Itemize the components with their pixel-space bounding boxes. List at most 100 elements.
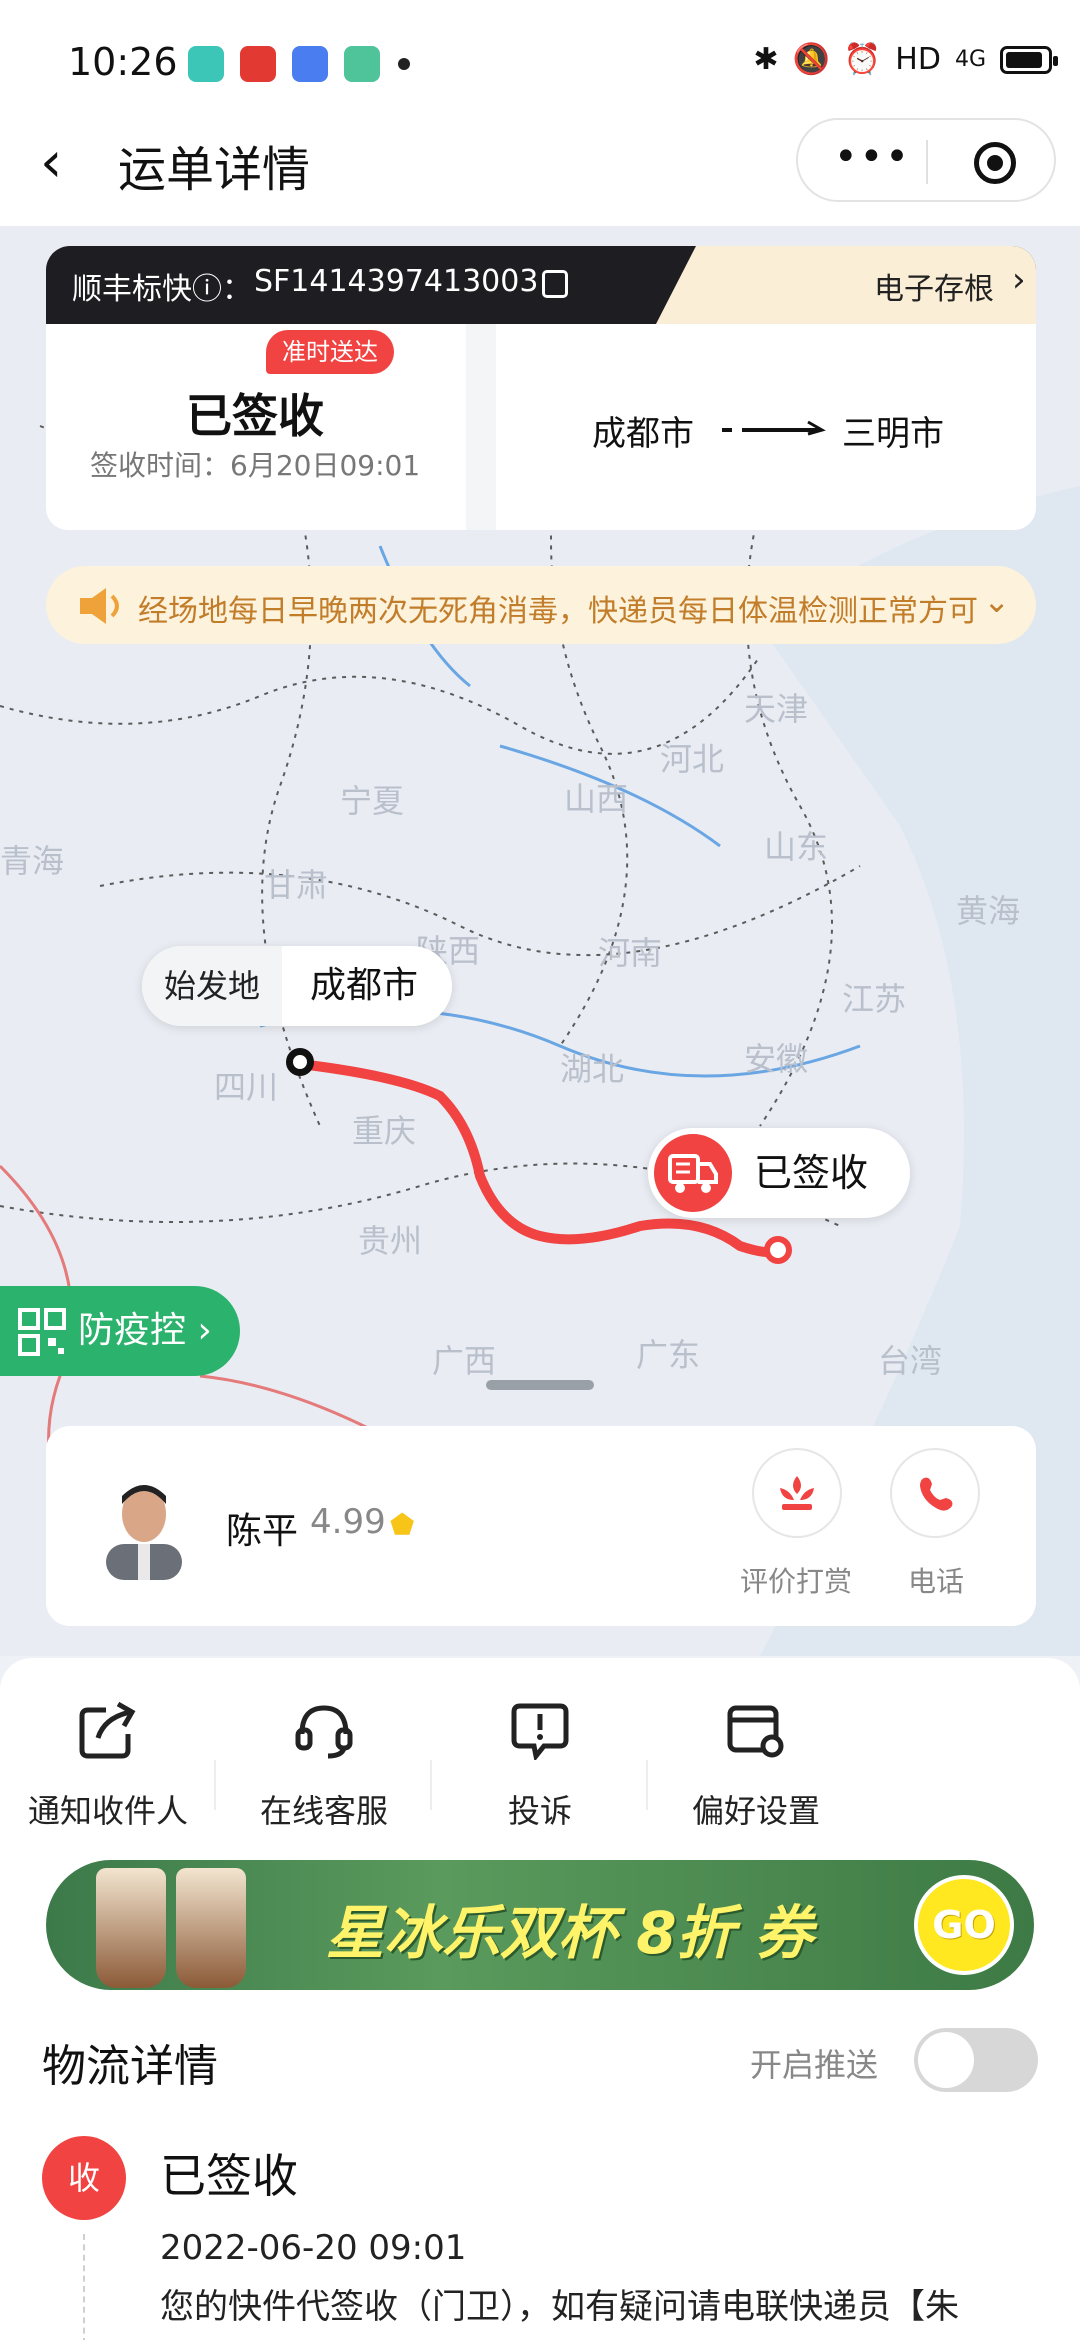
map-province-label: 河北: [660, 740, 725, 778]
origin-tag: 始发地: [142, 946, 282, 1026]
map-province-label: 湖北: [560, 1050, 625, 1088]
epidemic-control-button[interactable]: 防疫控 ›: [0, 1286, 240, 1376]
push-label: 开启推送: [750, 2046, 879, 2084]
map-province-label: 广西: [432, 1342, 497, 1380]
complaint-button[interactable]: 投诉: [432, 1700, 648, 1850]
tracking-number: SF1414397413003: [254, 264, 539, 299]
app-notification-icon: [188, 46, 224, 82]
truck-icon: [654, 1134, 732, 1212]
ontime-badge: 准时送达: [266, 330, 394, 374]
quick-action-label: 偏好设置: [691, 1792, 820, 1830]
call-label: 电话: [908, 1565, 965, 1598]
rate-tip-button[interactable]: [752, 1448, 842, 1538]
battery-icon: [1000, 45, 1058, 74]
courier-avatar: [106, 1485, 182, 1580]
delivery-status: 已签收: [186, 389, 324, 443]
mini-program-capsule: •••: [796, 118, 1056, 202]
headset-icon: [295, 1705, 353, 1759]
hd-label: HD: [895, 42, 941, 77]
origin-bubble: 始发地 成都市: [142, 946, 452, 1026]
back-arrow-icon[interactable]: ‹: [40, 130, 62, 195]
clock: 10:26: [68, 40, 178, 84]
settings-card-icon: [727, 1705, 784, 1758]
notice-text: 经场地每日早晚两次无死角消毒，快递员每日体温检测正常方可: [138, 594, 978, 629]
map-province-label: 河南: [598, 934, 663, 972]
received-badge: 收: [42, 2136, 126, 2220]
bluetooth-icon: ✱: [753, 42, 779, 77]
map-province-label: 江苏: [842, 980, 907, 1018]
courier-name: 陈平: [226, 1511, 299, 1552]
promo-go-button[interactable]: GO: [914, 1875, 1014, 1975]
complaint-icon: [511, 1703, 569, 1760]
chevron-right-icon: ›: [1012, 260, 1026, 300]
online-service-button[interactable]: 在线客服: [216, 1700, 432, 1850]
call-button[interactable]: [890, 1448, 980, 1538]
map-province-label: 甘肃: [264, 866, 329, 904]
stub-label: 电子存根: [874, 272, 994, 307]
toggle-knob: [918, 2032, 974, 2088]
drink-cup-image: [96, 1868, 166, 1988]
event-description: 您的快件代签收（门卫），如有疑问请电联快递员【朱: [160, 2287, 959, 2327]
chevron-down-icon[interactable]: ⌄: [983, 582, 1010, 620]
share-icon: [79, 1701, 136, 1759]
map-province-label: 四川: [214, 1068, 279, 1106]
map-province-label: 天津: [744, 690, 809, 728]
waybill-header: 顺丰标快ⓘ： SF1414397413003 电子存根 ›: [46, 246, 1036, 324]
quick-action-label: 通知收件人: [27, 1792, 188, 1830]
logistics-title: 物流详情: [42, 2041, 218, 2092]
signal-icon: 4G: [954, 47, 986, 72]
map-province-label: 贵州: [358, 1222, 423, 1260]
map-province-label: 重庆: [352, 1112, 417, 1150]
promo-text: 星冰乐双杯 8折 券: [326, 1899, 813, 1967]
rate-tip-label: 评价打赏: [740, 1565, 853, 1598]
origin-bubble-city: 成都市: [310, 965, 419, 1006]
sheet-drag-handle[interactable]: [486, 1380, 594, 1390]
app-notification-icon: [292, 46, 328, 82]
event-status: 已签收: [160, 2149, 298, 2203]
map-province-label: 山西: [564, 780, 629, 818]
nav-header: ‹ 运单详情 •••: [0, 100, 1080, 226]
delivery-status-card: 准时送达 已签收 签收时间：6月20日09:01 成都市 三明市: [46, 324, 1036, 530]
origin-marker: [286, 1048, 314, 1076]
map-province-label: 台湾: [878, 1342, 943, 1380]
phone-icon: [920, 1477, 953, 1511]
route-arrow-icon: [722, 420, 826, 436]
copy-icon[interactable]: [542, 270, 568, 298]
event-time: 2022-06-20 09:01: [160, 2228, 467, 2268]
electronic-stub-button[interactable]: 电子存根 ›: [656, 246, 1036, 324]
app-notification-icon: [240, 46, 276, 82]
status-icons: ✱ 🔕 ⏰ HD 4G: [753, 42, 1058, 77]
destination-marker: [764, 1236, 792, 1264]
courier-card: 陈平 4.99 ⬟ 评价打赏 电话: [46, 1426, 1036, 1626]
notify-recipient-button[interactable]: 通知收件人: [0, 1700, 216, 1850]
star-icon: ⬟: [390, 1508, 415, 1541]
qr-code-icon: [18, 1308, 66, 1356]
destination-bubble: 已签收: [648, 1128, 910, 1218]
push-toggle[interactable]: [914, 2028, 1038, 2092]
mute-icon: 🔕: [792, 42, 830, 77]
destination-city: 三明市: [842, 414, 944, 454]
alarm-icon: ⏰: [843, 42, 882, 77]
map-province-label: 黄海: [956, 892, 1021, 930]
page-title: 运单详情: [118, 142, 311, 198]
map-province-label: 山东: [764, 828, 829, 866]
map-province-label: 安徽: [744, 1040, 809, 1078]
more-dots-icon[interactable]: •••: [834, 134, 911, 180]
reward-icon: [780, 1476, 814, 1510]
capsule-divider: [926, 140, 928, 184]
map-province-label: 宁夏: [340, 782, 405, 820]
map-province-label: 广东: [636, 1336, 701, 1374]
courier-rating: 4.99: [310, 1502, 386, 1542]
drink-cup-image: [176, 1868, 246, 1988]
speaker-icon: [80, 588, 119, 624]
quick-action-label: 在线客服: [259, 1792, 388, 1830]
more-notifications-dot: [398, 58, 410, 70]
destination-status: 已签收: [754, 1151, 869, 1195]
signed-time: 签收时间：6月20日09:01: [90, 449, 421, 482]
promo-banner[interactable]: 星冰乐双杯 8折 券 GO: [46, 1860, 1034, 1990]
epidemic-control-label: 防疫控 ›: [78, 1310, 212, 1351]
preferences-button[interactable]: 偏好设置: [648, 1700, 864, 1850]
notice-bar[interactable]: 经场地每日早晚两次无死角消毒，快递员每日体温检测正常方可 ⌄: [46, 566, 1036, 644]
target-icon[interactable]: [974, 142, 1016, 184]
carrier-service-label: 顺丰标快ⓘ：: [72, 272, 252, 307]
